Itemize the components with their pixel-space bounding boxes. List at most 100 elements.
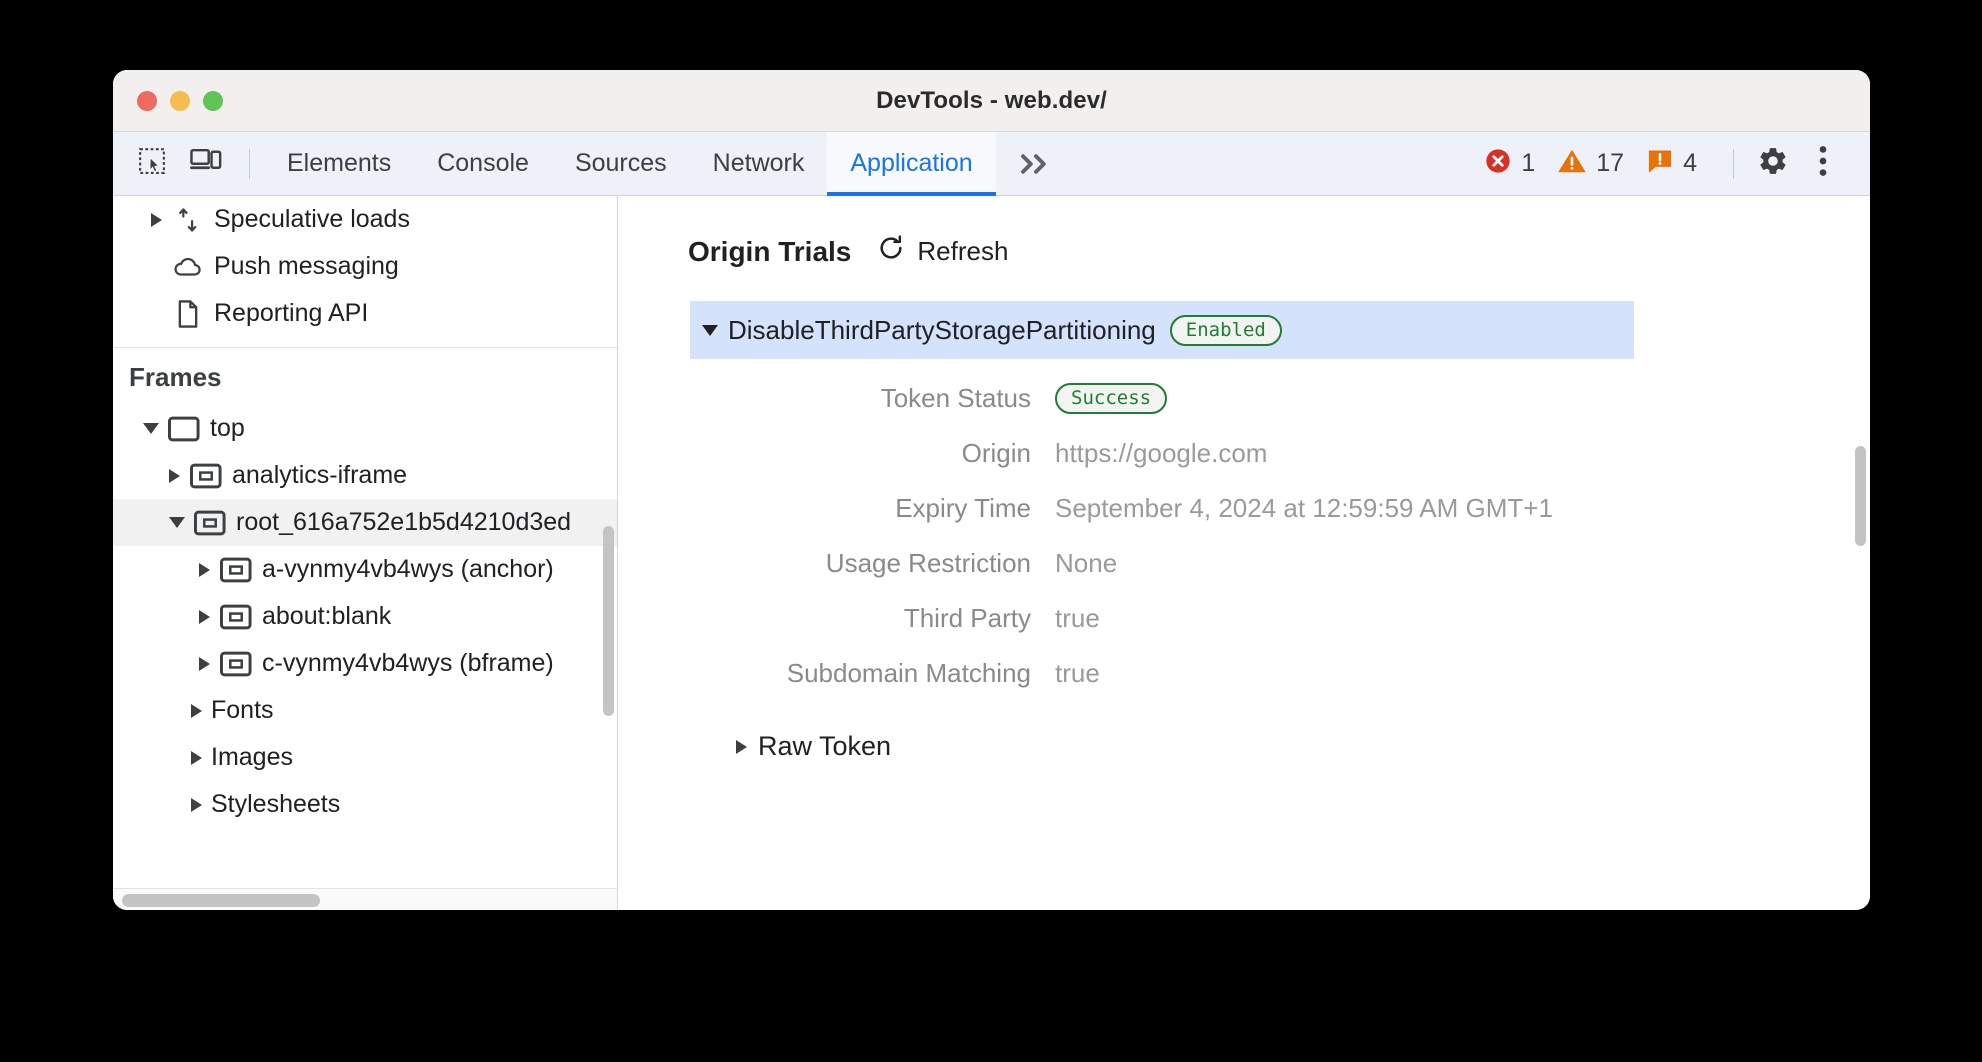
chevron-right-icon[interactable] xyxy=(736,740,747,754)
frames-section-title: Frames xyxy=(113,348,617,405)
error-count: 1 xyxy=(1521,149,1535,178)
sidebar-item-top-frame[interactable]: top xyxy=(113,405,617,452)
tab-elements[interactable]: Elements xyxy=(264,132,414,196)
sidebar-item-speculative-loads[interactable]: Speculative loads xyxy=(113,196,617,243)
refresh-label: Refresh xyxy=(917,236,1008,267)
error-count-button[interactable]: 1 xyxy=(1484,147,1535,180)
sidebar-item-fonts[interactable]: Fonts xyxy=(113,687,617,734)
iframe-icon xyxy=(193,510,227,536)
device-toolbar-button[interactable] xyxy=(181,141,231,187)
sidebar-horizontal-scrollbar-thumb[interactable] xyxy=(122,894,320,907)
sidebar-item-anchor-frame[interactable]: a-vynmy4vb4wys (anchor) xyxy=(113,546,617,593)
raw-token-toggle[interactable]: Raw Token xyxy=(736,731,1634,762)
detail-label: Token Status xyxy=(690,383,1055,414)
sidebar-item-label: Fonts xyxy=(211,696,274,725)
detail-row-expiry-time: Expiry Time September 4, 2024 at 12:59:5… xyxy=(690,493,1634,524)
more-options-button[interactable] xyxy=(1798,141,1848,187)
cloud-icon xyxy=(171,255,205,279)
sidebar-item-label: top xyxy=(210,414,245,443)
sidebar-vertical-scrollbar[interactable] xyxy=(603,526,614,716)
origin-trials-header: Origin Trials Refresh xyxy=(618,196,1870,269)
sidebar-item-root-frame[interactable]: root_616a752e1b5d4210d3ed xyxy=(113,499,617,546)
tab-application-label: Application xyxy=(850,149,972,178)
tab-sources[interactable]: Sources xyxy=(552,132,690,196)
issue-count-button[interactable]: 4 xyxy=(1646,147,1697,180)
detail-row-subdomain-matching: Subdomain Matching true xyxy=(690,658,1634,689)
sidebar-item-images[interactable]: Images xyxy=(113,734,617,781)
speculative-loads-icon xyxy=(171,206,205,234)
status-badge: Enabled xyxy=(1170,315,1282,346)
iframe-icon xyxy=(219,604,253,630)
chevron-right-icon[interactable] xyxy=(169,469,180,483)
gear-icon xyxy=(1757,145,1789,182)
settings-button[interactable] xyxy=(1748,141,1798,187)
chevron-down-icon[interactable] xyxy=(169,517,185,528)
chevron-right-icon[interactable] xyxy=(199,610,210,624)
application-sidebar[interactable]: Speculative loads Push messaging xyxy=(113,196,618,910)
sidebar-item-label: a-vynmy4vb4wys (anchor) xyxy=(262,555,554,584)
token-status-badge: Success xyxy=(1055,383,1167,414)
device-toolbar-icon xyxy=(190,146,222,181)
error-icon xyxy=(1484,147,1512,180)
chevron-right-icon[interactable] xyxy=(191,751,202,765)
trial-name: DisableThirdPartyStoragePartitioning xyxy=(728,315,1156,346)
detail-label: Usage Restriction xyxy=(690,548,1055,579)
sidebar-item-label: Reporting API xyxy=(214,299,368,328)
detail-row-usage-restriction: Usage Restriction None xyxy=(690,548,1634,579)
tab-application[interactable]: Application xyxy=(827,132,995,196)
chevron-right-icon[interactable] xyxy=(151,213,162,227)
detail-label: Expiry Time xyxy=(690,493,1055,524)
sidebar-item-label: c-vynmy4vb4wys (bframe) xyxy=(262,649,554,678)
warning-count-button[interactable]: 17 xyxy=(1557,147,1624,180)
toolbar-divider xyxy=(249,149,250,179)
tab-console[interactable]: Console xyxy=(414,132,552,196)
chevron-down-icon[interactable] xyxy=(143,423,159,434)
origin-trials-panel: Origin Trials Refresh DisableThirdPartyS… xyxy=(618,196,1870,910)
chevron-right-icon[interactable] xyxy=(199,657,210,671)
refresh-icon xyxy=(877,234,905,269)
refresh-button[interactable]: Refresh xyxy=(877,234,1008,269)
sidebar-horizontal-scrollbar-track[interactable] xyxy=(113,888,617,910)
sidebar-item-analytics-iframe[interactable]: analytics-iframe xyxy=(113,452,617,499)
detail-value: true xyxy=(1055,603,1100,634)
sidebar-item-label: root_616a752e1b5d4210d3ed xyxy=(236,508,571,537)
detail-value: https://google.com xyxy=(1055,438,1267,469)
issue-count: 4 xyxy=(1683,149,1697,178)
tab-network[interactable]: Network xyxy=(690,132,828,196)
frame-icon xyxy=(167,416,201,442)
sidebar-item-reporting-api[interactable]: Reporting API xyxy=(113,290,617,337)
more-tabs-button[interactable] xyxy=(996,132,1076,196)
detail-row-third-party: Third Party true xyxy=(690,603,1634,634)
tab-console-label: Console xyxy=(437,149,529,178)
chevron-right-icon[interactable] xyxy=(191,798,202,812)
trial-header-row[interactable]: DisableThirdPartyStoragePartitioning Ena… xyxy=(690,301,1634,359)
detail-value: true xyxy=(1055,658,1100,689)
detail-value: September 4, 2024 at 12:59:59 AM GMT+1 xyxy=(1055,493,1553,524)
detail-value: None xyxy=(1055,548,1117,579)
sidebar-item-label: Images xyxy=(211,743,293,772)
inspect-element-button[interactable] xyxy=(127,141,177,187)
window-title: DevTools - web.dev/ xyxy=(113,87,1870,115)
tab-sources-label: Sources xyxy=(575,149,667,178)
toolbar-right-group: 1 17 xyxy=(1484,141,1870,187)
sidebar-item-push-messaging[interactable]: Push messaging xyxy=(113,243,617,290)
detail-label: Subdomain Matching xyxy=(690,658,1055,689)
devtools-toolbar: Elements Console Sources Network Applica… xyxy=(113,132,1870,196)
issue-icon xyxy=(1646,147,1674,180)
sidebar-item-label: analytics-iframe xyxy=(232,461,407,490)
iframe-icon xyxy=(219,557,253,583)
main-vertical-scrollbar[interactable] xyxy=(1855,446,1866,546)
panel-tabs: Elements Console Sources Network Applica… xyxy=(264,132,1076,196)
sidebar-item-bframe[interactable]: c-vynmy4vb4wys (bframe) xyxy=(113,640,617,687)
iframe-icon xyxy=(219,651,253,677)
sidebar-item-stylesheets[interactable]: Stylesheets xyxy=(113,781,617,828)
chevron-down-icon[interactable] xyxy=(702,325,718,336)
detail-row-origin: Origin https://google.com xyxy=(690,438,1634,469)
inspect-element-icon xyxy=(137,146,167,181)
sidebar-item-about-blank[interactable]: about:blank xyxy=(113,593,617,640)
chevron-right-icon[interactable] xyxy=(199,563,210,577)
devtools-body: Speculative loads Push messaging xyxy=(113,196,1870,910)
tab-elements-label: Elements xyxy=(287,149,391,178)
raw-token-label: Raw Token xyxy=(758,731,891,762)
chevron-right-icon[interactable] xyxy=(191,704,202,718)
